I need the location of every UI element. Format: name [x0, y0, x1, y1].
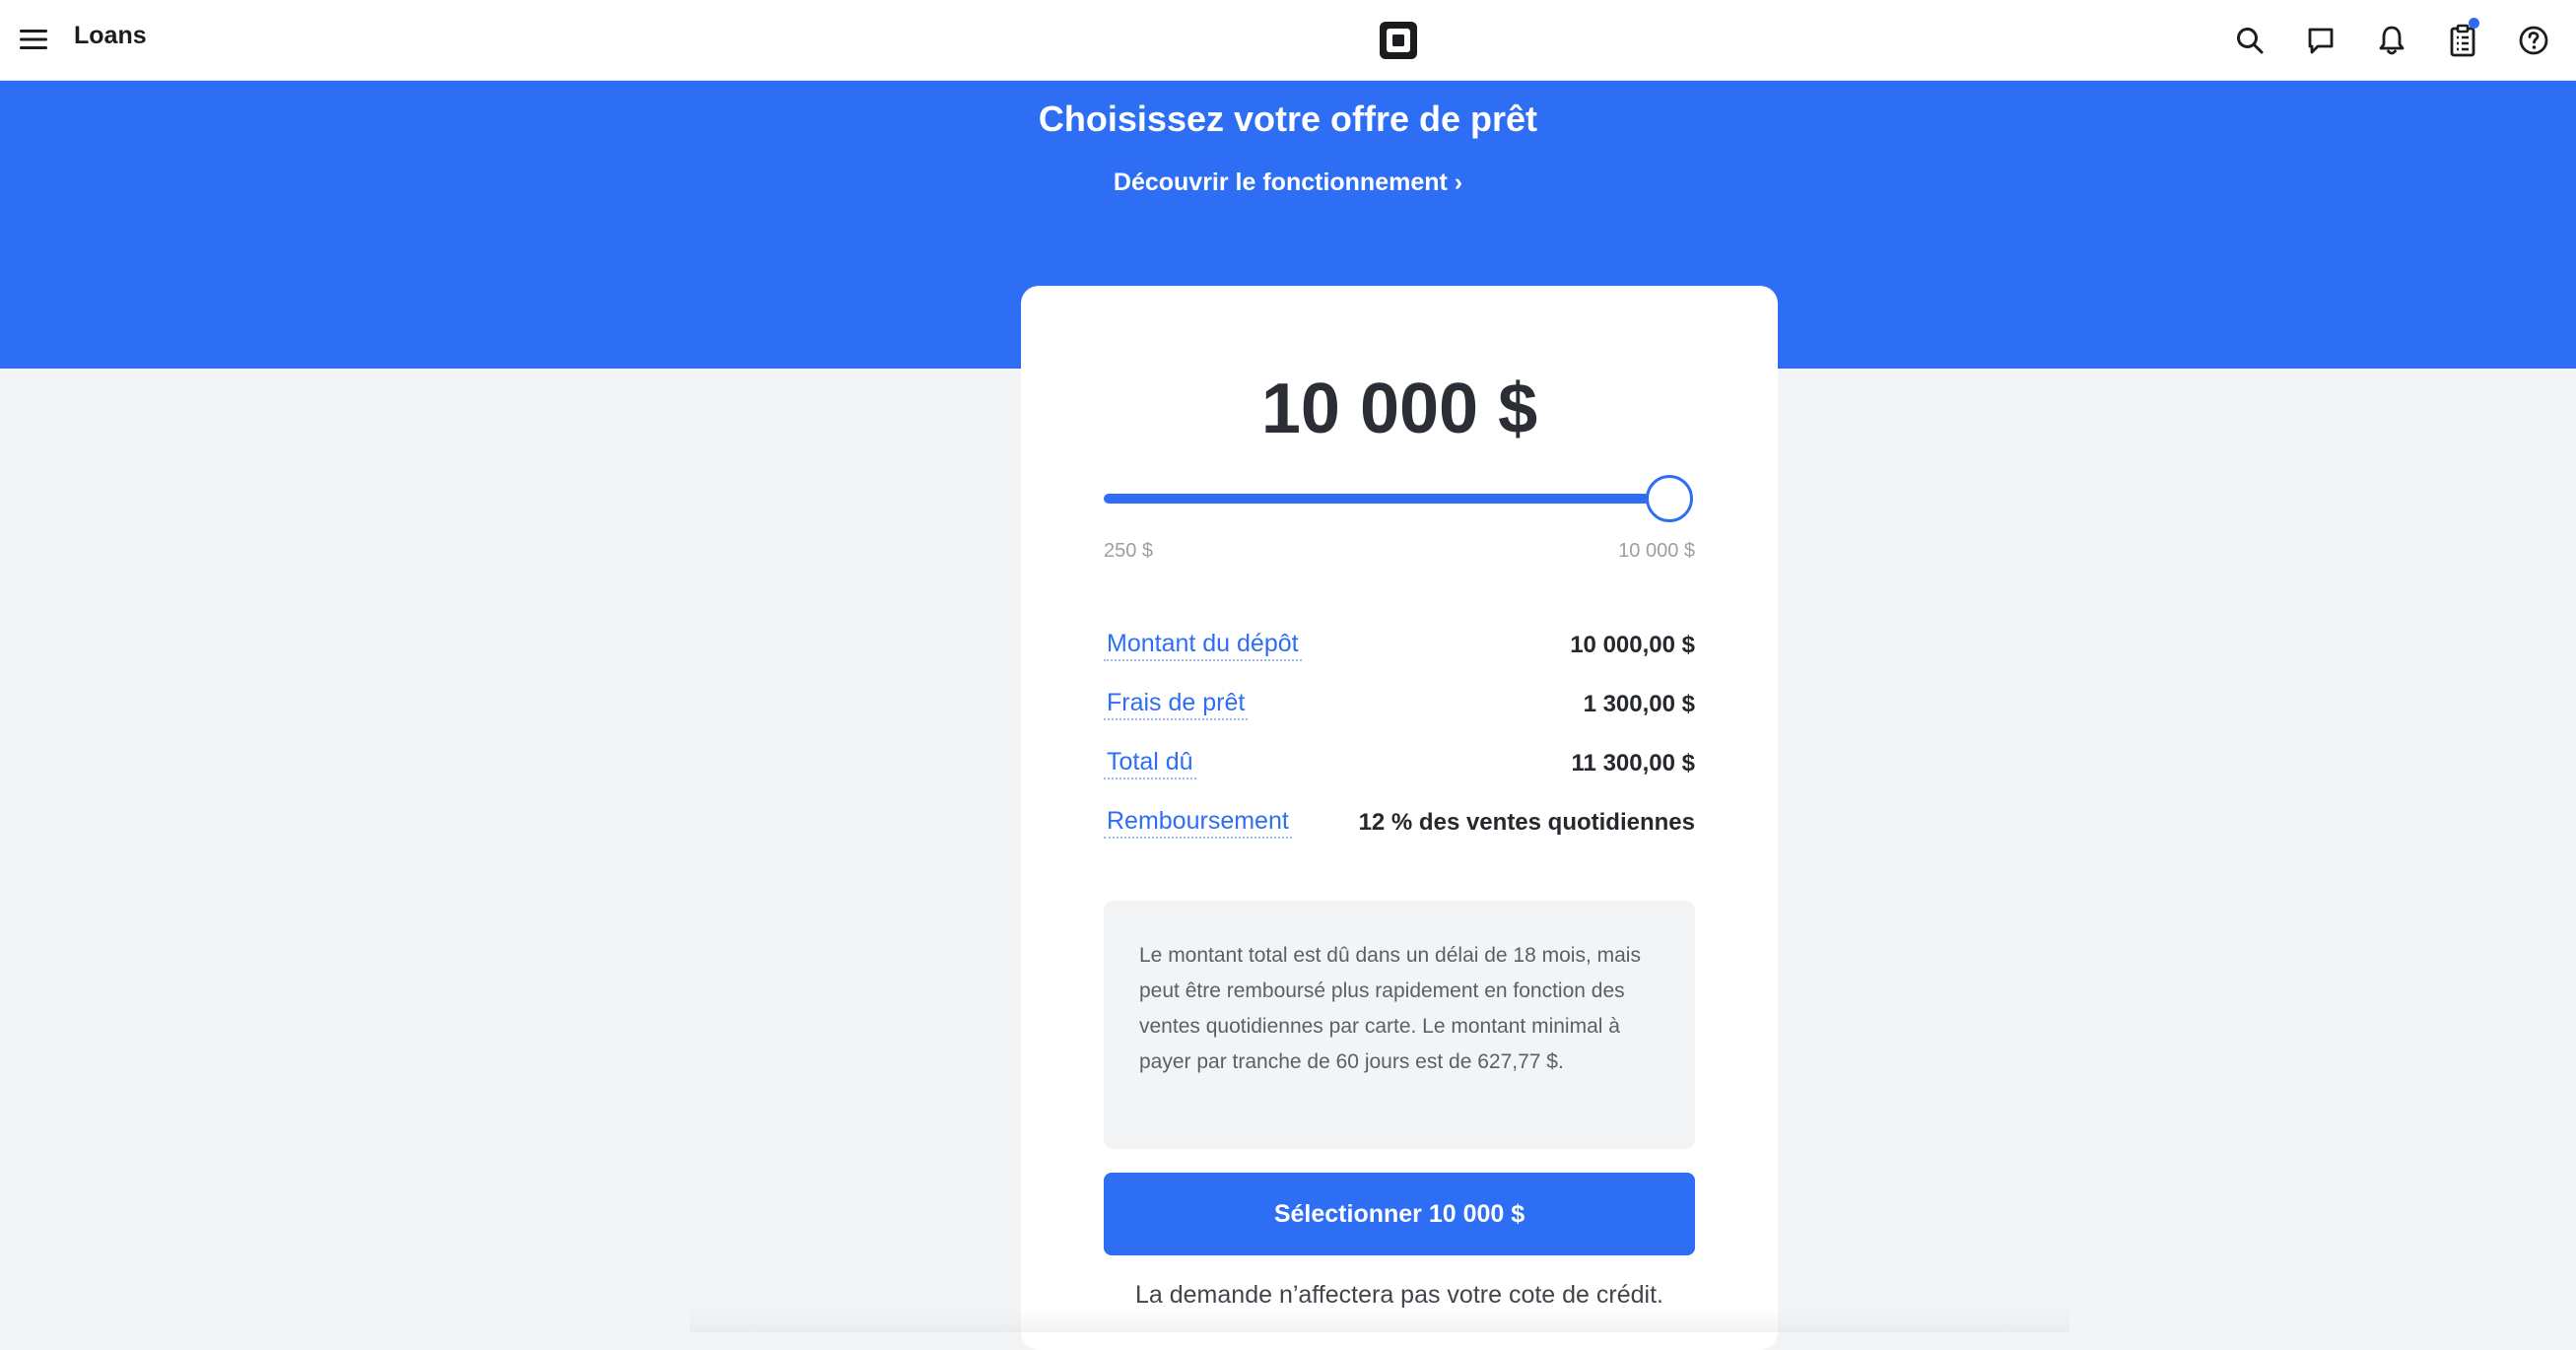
notification-dot: [2469, 18, 2479, 29]
detail-row-deposit: Montant du dépôt 10 000,00 $: [1104, 626, 1695, 665]
detail-row-fee: Frais de prêt 1 300,00 $: [1104, 685, 1695, 724]
bell-icon[interactable]: [2372, 21, 2411, 60]
total-due-label[interactable]: Total dû: [1104, 748, 1196, 779]
page-title: Choisissez votre offre de prêt: [1038, 99, 1538, 139]
credit-disclaimer: La demande n’affectera pas votre cote de…: [1135, 1281, 1663, 1309]
amount-slider-track[interactable]: [1104, 494, 1691, 504]
loan-fee-value: 1 300,00 $: [1583, 691, 1695, 717]
select-offer-button[interactable]: Sélectionner 10 000 $: [1104, 1173, 1695, 1255]
hamburger-menu-icon[interactable]: [16, 20, 51, 59]
total-due-value: 11 300,00 $: [1571, 750, 1695, 776]
chat-bubble-icon[interactable]: [2301, 21, 2340, 60]
how-it-works-link[interactable]: Découvrir le fonctionnement ›: [0, 169, 2576, 197]
slider-min-label: 250 $: [1104, 540, 1154, 562]
deposit-amount-value: 10 000,00 $: [1570, 632, 1695, 658]
amount-slider-handle[interactable]: [1646, 475, 1693, 522]
search-icon[interactable]: [2230, 21, 2270, 60]
question-circle-icon[interactable]: [2514, 21, 2553, 60]
repayment-info-box: Le montant total est dû dans un délai de…: [1104, 901, 1695, 1149]
deposit-amount-label[interactable]: Montant du dépôt: [1104, 630, 1302, 661]
repayment-label[interactable]: Remboursement: [1104, 807, 1292, 839]
loan-fee-label[interactable]: Frais de prêt: [1104, 689, 1249, 720]
loan-offer-card: 10 000 $ 250 $ 10 000 $ Montant du dépôt…: [1021, 286, 1778, 1350]
square-logo-icon[interactable]: [1380, 22, 1417, 59]
clipboard-list-icon[interactable]: [2443, 18, 2482, 60]
repayment-value: 12 % des ventes quotidiennes: [1358, 809, 1695, 836]
slider-max-label: 10 000 $: [1618, 540, 1695, 562]
app-title: Loans: [74, 22, 147, 49]
detail-row-total: Total dû 11 300,00 $: [1104, 744, 1695, 783]
selected-amount: 10 000 $: [1260, 370, 1538, 448]
detail-row-repayment: Remboursement 12 % des ventes quotidienn…: [1104, 803, 1695, 843]
top-navigation-bar: Loans: [0, 0, 2576, 81]
